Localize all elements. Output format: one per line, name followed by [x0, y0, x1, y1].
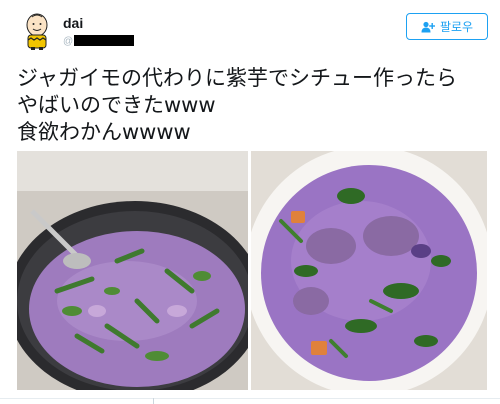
- username-handle[interactable]: @: [63, 36, 73, 47]
- follow-button[interactable]: 팔로우: [406, 13, 488, 40]
- photo-pot-stew[interactable]: [17, 151, 248, 390]
- tweet-text: ジャガイモの代わりに紫芋でシチュー作ったら やばいのできたwww 食欲わかんww…: [17, 65, 487, 146]
- display-name[interactable]: dai: [63, 15, 83, 31]
- tweet-text-line: 食欲わかんwwww: [17, 120, 191, 144]
- photo-bowl-stew[interactable]: [251, 151, 487, 390]
- character-avatar-icon: [17, 10, 57, 50]
- divider-tick: [153, 398, 154, 404]
- avatar[interactable]: [17, 10, 57, 50]
- add-user-icon: [421, 21, 435, 32]
- redaction-bar: [74, 35, 134, 46]
- follow-button-label: 팔로우: [439, 20, 474, 34]
- tweet-text-line: やばいのできたwww: [17, 93, 216, 117]
- tweet-text-line: ジャガイモの代わりに紫芋でシチュー作ったら: [17, 66, 457, 90]
- divider: [0, 398, 500, 399]
